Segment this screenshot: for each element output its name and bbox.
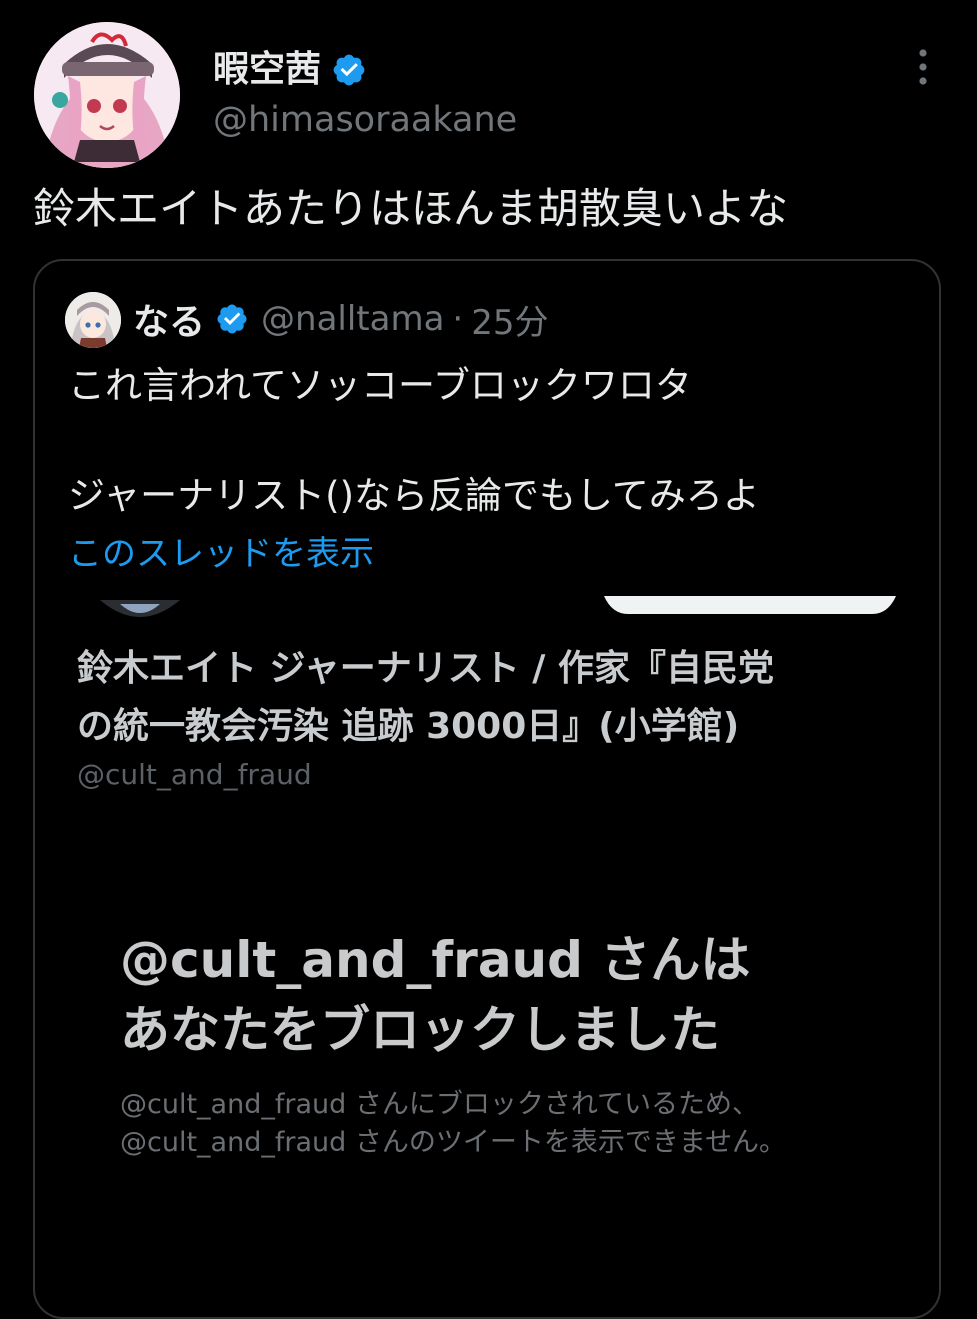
avatar-illustration [65, 292, 121, 348]
blocked-description: @cult_and_fraud さんにブロックされているため、 @cult_an… [120, 1086, 786, 1162]
author-handle[interactable]: @himasoraakane [213, 96, 517, 144]
separator-dot: · [452, 299, 464, 339]
tweet-text: 鈴木エイトあたりはほんま胡散臭いよな [33, 184, 789, 233]
embedded-profile-handle: @cult_and_fraud [77, 758, 312, 791]
avatar-illustration [34, 22, 180, 168]
quoted-author-handle[interactable]: @nalltama [261, 299, 444, 339]
verified-badge-icon [217, 304, 247, 334]
blocked-title-line-1: @cult_and_fraud さんは [120, 931, 751, 989]
blocked-description-line-1: @cult_and_fraud さんにブロックされているため、 [120, 1089, 760, 1120]
blocked-description-line-2: @cult_and_fraud さんのツイートを表示できません。 [120, 1127, 787, 1158]
quoted-author-avatar[interactable] [65, 292, 121, 348]
blocked-title-line-2: あなたをブロックしました [120, 1001, 720, 1059]
author-name-row[interactable]: 暇空茜 [213, 46, 367, 94]
author-avatar[interactable] [34, 22, 180, 168]
verified-badge-icon [333, 54, 365, 86]
blocked-title: @cult_and_fraud さんは あなたをブロックしました [120, 925, 750, 1065]
quoted-text-line-2: ジャーナリスト()なら反論でもしてみろよ [68, 474, 760, 517]
show-thread-link[interactable]: このスレッドを表示 [68, 530, 374, 578]
quoted-header: なる @nalltama · 25分 [133, 293, 549, 345]
quoted-author-name[interactable]: なる [133, 293, 205, 345]
embedded-profile-name-line-1: 鈴木エイト ジャーナリスト / 作家『自民党 [77, 648, 774, 689]
quoted-text-line-1: これ言われてソッコーブロックワロタ [68, 364, 692, 407]
embedded-profile-name-line-2: の統一教会汚染 追跡 3000日』(小学館) [77, 706, 740, 747]
author-display-name[interactable]: 暇空茜 [213, 46, 321, 94]
embedded-avatar-fragment [100, 600, 180, 618]
embedded-profile-name: 鈴木エイト ジャーナリスト / 作家『自民党 の統一教会汚染 追跡 3000日』… [77, 640, 907, 756]
quoted-timestamp[interactable]: 25分 [471, 295, 548, 344]
more-vertical-icon[interactable] [908, 46, 938, 92]
embedded-button-fragment [604, 596, 896, 618]
